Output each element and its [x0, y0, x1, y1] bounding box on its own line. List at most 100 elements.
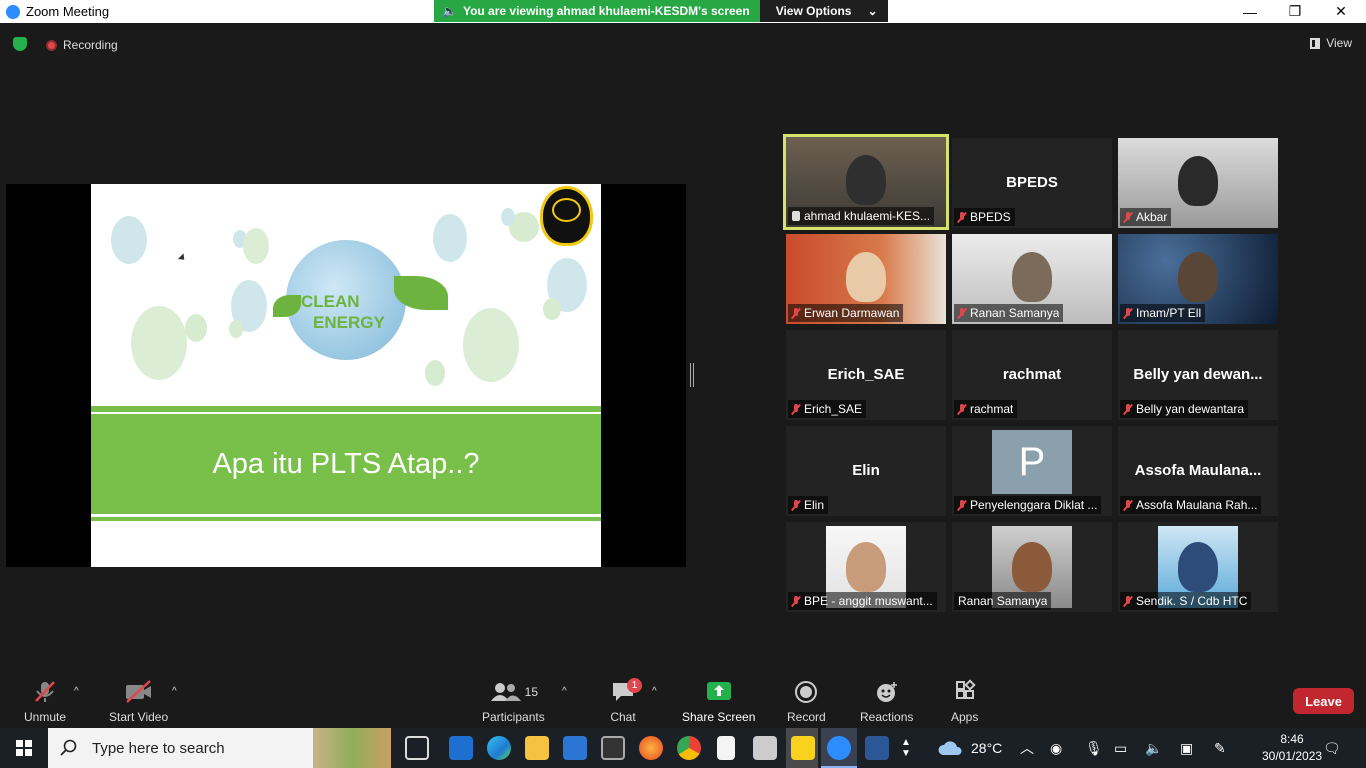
- start-button[interactable]: [0, 728, 48, 768]
- unmute-button[interactable]: Unmute: [24, 677, 66, 724]
- windows-logo-icon: [16, 740, 32, 756]
- muted-mic-icon: [958, 211, 966, 223]
- participant-tile[interactable]: Assofa Maulana... Assofa Maulana Rah...: [1118, 426, 1278, 516]
- video-options-caret[interactable]: ^: [172, 686, 177, 697]
- task-view-icon[interactable]: [405, 736, 429, 760]
- recording-indicator[interactable]: Recording: [46, 38, 118, 52]
- participant-tile[interactable]: ahmad khulaemi-KES...: [783, 134, 949, 230]
- minimize-button[interactable]: —: [1227, 0, 1273, 23]
- participant-display-name: Erich_SAE: [827, 366, 905, 383]
- participant-tile[interactable]: Erwan Darmawan: [786, 234, 946, 324]
- muted-mic-icon: [792, 307, 800, 319]
- participant-tile[interactable]: BPE - anggit muswant...: [786, 522, 946, 612]
- microphone-icon[interactable]: 🎙: [1085, 728, 1103, 768]
- participant-silhouette: [1012, 252, 1052, 302]
- view-options-button[interactable]: View Options ⌄: [759, 0, 888, 22]
- panel-splitter-handle[interactable]: [690, 363, 694, 387]
- participant-tile[interactable]: Belly yan dewan... Belly yan dewantara: [1118, 330, 1278, 420]
- restore-button[interactable]: ❐: [1272, 0, 1318, 23]
- participant-name: Elin: [804, 498, 825, 512]
- participant-display-name: rachmat: [1002, 366, 1062, 383]
- muted-mic-icon: [1124, 307, 1132, 319]
- participant-tile[interactable]: Akbar: [1118, 138, 1278, 228]
- participant-name-caption: Elin: [788, 496, 829, 514]
- participant-tile[interactable]: Elin Elin: [786, 426, 946, 516]
- viewing-screen-text: You are viewing ahmad khulaemi-KESDM's s…: [462, 4, 750, 18]
- edge-icon[interactable]: [487, 736, 511, 760]
- apps-button[interactable]: Apps: [951, 677, 978, 724]
- start-video-label: Start Video: [109, 710, 169, 724]
- tray-record-icon[interactable]: ◉: [1050, 728, 1062, 768]
- close-button[interactable]: ✕: [1318, 0, 1364, 23]
- participant-display-name: Belly yan dewan...: [1133, 366, 1263, 383]
- participant-name-caption: Ranan Samanya: [954, 592, 1052, 610]
- app-icon[interactable]: [601, 736, 625, 760]
- participant-name-caption: Imam/PT Ell: [1120, 304, 1206, 322]
- participant-display-name: Elin: [852, 462, 880, 479]
- chrome-icon[interactable]: [677, 736, 701, 760]
- muted-mic-icon: [1124, 211, 1132, 223]
- close-icon: ✕: [1335, 3, 1347, 19]
- reactions-button[interactable]: Reactions: [860, 677, 913, 724]
- participant-tile[interactable]: Erich_SAE Erich_SAE: [786, 330, 946, 420]
- muted-mic-icon: [792, 595, 800, 607]
- participant-display-name: Assofa Maulana...: [1134, 462, 1262, 479]
- record-label: Record: [787, 710, 826, 724]
- weather-widget[interactable]: 28°C: [937, 728, 1002, 768]
- clean-label: CLEAN: [301, 292, 360, 311]
- taskbar-clock[interactable]: 8:46 30/01/2023: [1262, 731, 1322, 765]
- meet-now-icon[interactable]: ▣: [1180, 728, 1193, 768]
- chevron-up-icon: ︿: [1020, 740, 1034, 756]
- record-button[interactable]: Record: [787, 677, 826, 724]
- participant-name-caption: Akbar: [1120, 208, 1172, 226]
- participant-name: Sendik. S / Cdb HTC: [1136, 594, 1248, 608]
- participants-options-caret[interactable]: ^: [562, 686, 567, 697]
- chat-unread-badge: 1: [627, 678, 642, 693]
- document-icon[interactable]: [717, 736, 735, 760]
- participant-tile[interactable]: BPEDS BPEDS: [952, 138, 1112, 228]
- record-dot-icon: [46, 39, 57, 51]
- taskbar-search-box[interactable]: Type here to search: [48, 728, 391, 768]
- view-options-label: View Options: [775, 4, 852, 18]
- chevron-down-icon: ⌄: [867, 4, 878, 18]
- printer-icon[interactable]: [753, 736, 777, 760]
- notifications-icon[interactable]: 🗨: [1323, 728, 1341, 768]
- speaker-icon: 🔈: [442, 4, 457, 18]
- viewing-screen-notice: 🔈 You are viewing ahmad khulaemi-KESDM's…: [434, 0, 760, 22]
- participant-name: Akbar: [1136, 210, 1168, 224]
- sticky-notes-icon[interactable]: [791, 736, 815, 760]
- firefox-icon[interactable]: [639, 736, 663, 760]
- word-icon[interactable]: [865, 736, 889, 760]
- battery-icon[interactable]: ▭: [1114, 728, 1127, 768]
- file-explorer-icon[interactable]: [525, 736, 549, 760]
- participant-tile[interactable]: Ranan Samanya: [952, 522, 1112, 612]
- participant-tile[interactable]: Imam/PT Ell: [1118, 234, 1278, 324]
- taskbar-scroll[interactable]: ▲ ▼: [898, 728, 914, 768]
- participant-tile[interactable]: Sendik. S / Cdb HTC: [1118, 522, 1278, 612]
- participant-tile[interactable]: Ranan Samanya: [952, 234, 1112, 324]
- participant-tile[interactable]: rachmat rachmat: [952, 330, 1112, 420]
- reactions-smiley-icon: [874, 677, 900, 707]
- show-hidden-icons[interactable]: ︿: [1020, 728, 1034, 768]
- muted-mic-icon: [1124, 403, 1132, 415]
- chat-options-caret[interactable]: ^: [652, 686, 657, 697]
- participant-name-caption: Sendik. S / Cdb HTC: [1120, 592, 1252, 610]
- leave-button[interactable]: Leave: [1293, 688, 1354, 714]
- microsoft-store-icon[interactable]: [563, 736, 587, 760]
- muted-mic-icon: [32, 677, 58, 707]
- view-button[interactable]: View: [1310, 36, 1352, 50]
- clock-date: 30/01/2023: [1262, 749, 1323, 763]
- participant-tile[interactable]: P Penyelenggara Diklat ...: [952, 426, 1112, 516]
- restore-icon: ❐: [1288, 3, 1302, 19]
- security-shield-icon[interactable]: [13, 37, 27, 51]
- mail-icon[interactable]: [449, 736, 473, 760]
- pen-icon[interactable]: ✎: [1214, 728, 1226, 768]
- volume-icon[interactable]: 🔈: [1145, 728, 1162, 768]
- zoom-icon[interactable]: [827, 736, 851, 760]
- participant-name: BPEDS: [970, 210, 1011, 224]
- share-screen-button[interactable]: Share Screen: [682, 677, 755, 724]
- participants-button[interactable]: 15 Participants: [482, 677, 545, 724]
- audio-options-caret[interactable]: ^: [74, 686, 79, 697]
- start-video-button[interactable]: Start Video: [109, 677, 168, 724]
- participant-name-caption: Ranan Samanya: [954, 304, 1064, 322]
